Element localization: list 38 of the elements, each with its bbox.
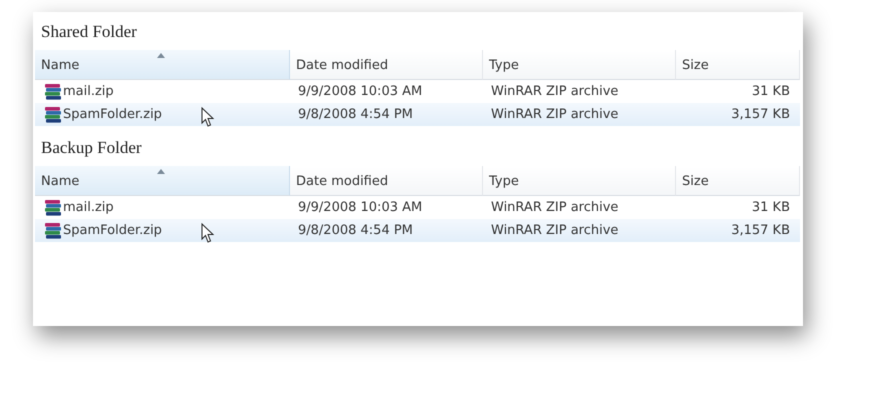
archive-icon bbox=[45, 106, 61, 122]
file-name: SpamFolder.zip bbox=[63, 107, 162, 122]
column-header[interactable]: Size bbox=[676, 50, 800, 80]
section-title: Backup Folder bbox=[40, 137, 143, 159]
sort-arrow-icon bbox=[157, 53, 165, 58]
mouse-pointer-icon bbox=[201, 107, 215, 128]
table-cell: 31 KB bbox=[752, 84, 790, 99]
table-cell: 9/9/2008 10:03 AM bbox=[298, 84, 422, 99]
sort-arrow-icon bbox=[157, 169, 165, 174]
table-cell: 9/8/2008 4:54 PM bbox=[298, 223, 413, 238]
file-row[interactable]: SpamFolder.zip 9/8/2008 4:54 PM WinRAR ZIP archive 3,157 KB bbox=[35, 103, 800, 126]
file-name: mail.zip bbox=[63, 200, 114, 215]
archive-icon bbox=[45, 84, 61, 100]
column-header[interactable]: Type bbox=[483, 50, 676, 80]
table-cell: WinRAR ZIP archive bbox=[491, 107, 618, 122]
column-header[interactable]: Name bbox=[35, 50, 290, 80]
mouse-pointer-icon bbox=[201, 223, 215, 244]
file-name: SpamFolder.zip bbox=[63, 223, 162, 238]
table-cell: 31 KB bbox=[752, 200, 790, 215]
section-title: Shared Folder bbox=[40, 21, 138, 43]
column-header[interactable]: Size bbox=[676, 166, 800, 196]
file-name: mail.zip bbox=[63, 84, 114, 99]
archive-icon bbox=[45, 200, 61, 216]
file-row[interactable]: mail.zip 9/9/2008 10:03 AM WinRAR ZIP archive 31 KB bbox=[35, 196, 800, 219]
file-row[interactable]: SpamFolder.zip 9/8/2008 4:54 PM WinRAR ZIP archive 3,157 KB bbox=[35, 219, 800, 242]
table-cell: 9/8/2008 4:54 PM bbox=[298, 107, 413, 122]
column-header[interactable]: Date modified bbox=[290, 50, 483, 80]
column-header[interactable]: Type bbox=[483, 166, 676, 196]
table-cell: 3,157 KB bbox=[731, 223, 790, 238]
table-cell: WinRAR ZIP archive bbox=[491, 200, 618, 215]
table-cell: 3,157 KB bbox=[731, 107, 790, 122]
table-cell: WinRAR ZIP archive bbox=[491, 84, 618, 99]
table-cell: WinRAR ZIP archive bbox=[491, 223, 618, 238]
column-header[interactable]: Date modified bbox=[290, 166, 483, 196]
file-row[interactable]: mail.zip 9/9/2008 10:03 AM WinRAR ZIP archive 31 KB bbox=[35, 80, 800, 103]
archive-icon bbox=[45, 222, 61, 238]
column-header[interactable]: Name bbox=[35, 166, 290, 196]
table-cell: 9/9/2008 10:03 AM bbox=[298, 200, 422, 215]
